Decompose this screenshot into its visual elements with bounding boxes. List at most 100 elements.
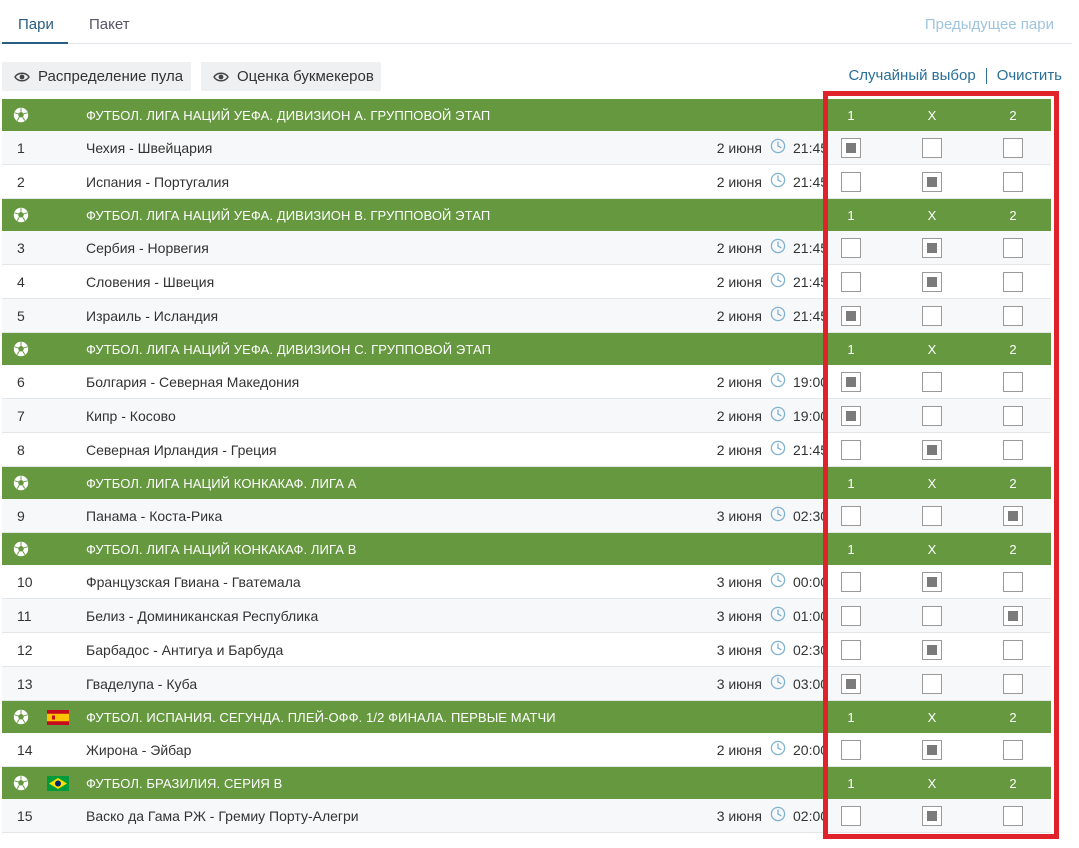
outcome-2-checkbox[interactable] — [1003, 572, 1023, 592]
check-mark — [1008, 511, 1018, 521]
outcome-x-checkbox[interactable] — [922, 238, 942, 258]
check-mark — [927, 277, 937, 287]
column-header-x: X — [927, 475, 937, 491]
league-name: ФУТБОЛ. БРАЗИЛИЯ. СЕРИЯ B — [86, 775, 283, 791]
match-number: 5 — [17, 308, 25, 324]
outcome-2-checkbox[interactable] — [1003, 172, 1023, 192]
outcome-1-checkbox[interactable] — [841, 372, 861, 392]
outcome-x-checkbox[interactable] — [922, 172, 942, 192]
check-mark — [927, 645, 937, 655]
column-header-1: 1 — [847, 475, 855, 491]
outcome-x-checkbox[interactable] — [922, 306, 942, 326]
match-row: 1 Чехия - Швейцария 2 июня 21:45 — [2, 131, 1051, 165]
outcome-x-checkbox[interactable] — [922, 440, 942, 460]
outcome-2-checkbox[interactable] — [1003, 806, 1023, 826]
outcome-x-checkbox[interactable] — [922, 372, 942, 392]
match-row: 13 Гваделупа - Куба 3 июня 03:00 — [2, 667, 1051, 701]
league-header: ФУТБОЛ. ЛИГА НАЦИЙ КОНКАКАФ. ЛИГА А 1 X 2 — [2, 467, 1051, 499]
outcome-1-checkbox[interactable] — [841, 640, 861, 660]
outcome-x-checkbox[interactable] — [922, 406, 942, 426]
outcome-1-checkbox[interactable] — [841, 272, 861, 292]
outcome-x-checkbox[interactable] — [922, 674, 942, 694]
pool-distribution-button[interactable]: Распределение пула — [2, 62, 191, 91]
outcome-2-checkbox[interactable] — [1003, 272, 1023, 292]
outcome-x-checkbox[interactable] — [922, 606, 942, 626]
league-header: ФУТБОЛ. ИСПАНИЯ. СЕГУНДА. ПЛЕЙ-ОФФ. 1/2 … — [2, 701, 1051, 733]
check-mark — [927, 577, 937, 587]
match-number: 8 — [17, 442, 25, 458]
clock-icon — [770, 306, 786, 322]
outcome-1-checkbox[interactable] — [841, 306, 861, 326]
outcome-2-checkbox[interactable] — [1003, 238, 1023, 258]
outcome-x-checkbox[interactable] — [922, 572, 942, 592]
outcome-1-checkbox[interactable] — [841, 572, 861, 592]
tab-bets[interactable]: Пари — [18, 16, 54, 33]
match-teams: Панама - Коста-Рика — [86, 508, 223, 524]
check-mark — [846, 411, 856, 421]
match-number: 13 — [17, 676, 33, 692]
bookmakers-rating-button[interactable]: Оценка букмекеров — [201, 62, 381, 91]
outcome-1-checkbox[interactable] — [841, 674, 861, 694]
outcome-x-checkbox[interactable] — [922, 806, 942, 826]
outcome-1-checkbox[interactable] — [841, 406, 861, 426]
check-mark — [846, 377, 856, 387]
tab-bar: Пари Пакет Предыдущее пари — [0, 0, 1072, 44]
link-separator — [985, 67, 987, 84]
random-pick-link[interactable]: Случайный выбор — [848, 67, 975, 84]
outcome-2-checkbox[interactable] — [1003, 306, 1023, 326]
outcome-2-checkbox[interactable] — [1003, 606, 1023, 626]
outcome-x-checkbox[interactable] — [922, 640, 942, 660]
outcome-2-checkbox[interactable] — [1003, 372, 1023, 392]
outcome-1-checkbox[interactable] — [841, 506, 861, 526]
outcome-x-checkbox[interactable] — [922, 272, 942, 292]
match-time: 21:45 — [793, 240, 827, 256]
outcome-2-checkbox[interactable] — [1003, 138, 1023, 158]
clock-icon — [770, 272, 786, 288]
match-row: 3 Сербия - Норвегия 2 июня 21:45 — [2, 231, 1051, 265]
outcome-1-checkbox[interactable] — [841, 238, 861, 258]
soccer-ball-icon — [13, 341, 29, 357]
clear-link[interactable]: Очистить — [997, 67, 1062, 84]
outcome-1-checkbox[interactable] — [841, 806, 861, 826]
check-mark — [1008, 611, 1018, 621]
outcome-1-checkbox[interactable] — [841, 740, 861, 760]
outcome-1-checkbox[interactable] — [841, 138, 861, 158]
outcome-2-checkbox[interactable] — [1003, 740, 1023, 760]
outcome-1-checkbox[interactable] — [841, 172, 861, 192]
outcome-2-checkbox[interactable] — [1003, 440, 1023, 460]
match-teams: Васко да Гама РЖ - Гремиу Порту-Алегри — [86, 808, 359, 824]
match-teams: Испания - Португалия — [86, 174, 230, 190]
column-header-x: X — [927, 541, 937, 557]
clock-icon — [770, 640, 786, 656]
match-time: 03:00 — [793, 676, 827, 692]
previous-bets-link[interactable]: Предыдущее пари — [925, 16, 1054, 33]
outcome-2-checkbox[interactable] — [1003, 506, 1023, 526]
column-header-x: X — [927, 107, 937, 123]
match-row: 10 Французская Гвиана - Гватемала 3 июня 00… — [2, 565, 1051, 599]
outcome-x-checkbox[interactable] — [922, 740, 942, 760]
match-time: 02:30 — [793, 508, 827, 524]
outcome-2-checkbox[interactable] — [1003, 674, 1023, 694]
outcome-x-checkbox[interactable] — [922, 506, 942, 526]
soccer-ball-icon — [13, 207, 29, 223]
match-number: 14 — [17, 742, 33, 758]
outcome-1-checkbox[interactable] — [841, 440, 861, 460]
column-header-2: 2 — [1009, 341, 1017, 357]
match-time: 20:00 — [793, 742, 827, 758]
column-header-1: 1 — [847, 207, 855, 223]
match-number: 11 — [17, 608, 32, 624]
match-number: 10 — [17, 574, 33, 590]
match-teams: Белиз - Доминиканская Республика — [86, 608, 319, 624]
outcome-2-checkbox[interactable] — [1003, 406, 1023, 426]
pool-distribution-label: Распределение пула — [38, 68, 184, 85]
match-date: 2 июня — [716, 240, 762, 256]
outcome-2-checkbox[interactable] — [1003, 640, 1023, 660]
outcome-1-checkbox[interactable] — [841, 606, 861, 626]
outcome-x-checkbox[interactable] — [922, 138, 942, 158]
tab-package[interactable]: Пакет — [89, 16, 130, 33]
match-date: 3 июня — [716, 508, 762, 524]
column-header-1: 1 — [847, 709, 855, 725]
match-row: 7 Кипр - Косово 2 июня 19:00 — [2, 399, 1051, 433]
match-time: 19:00 — [793, 408, 827, 424]
brazil-flag-icon — [47, 775, 69, 791]
